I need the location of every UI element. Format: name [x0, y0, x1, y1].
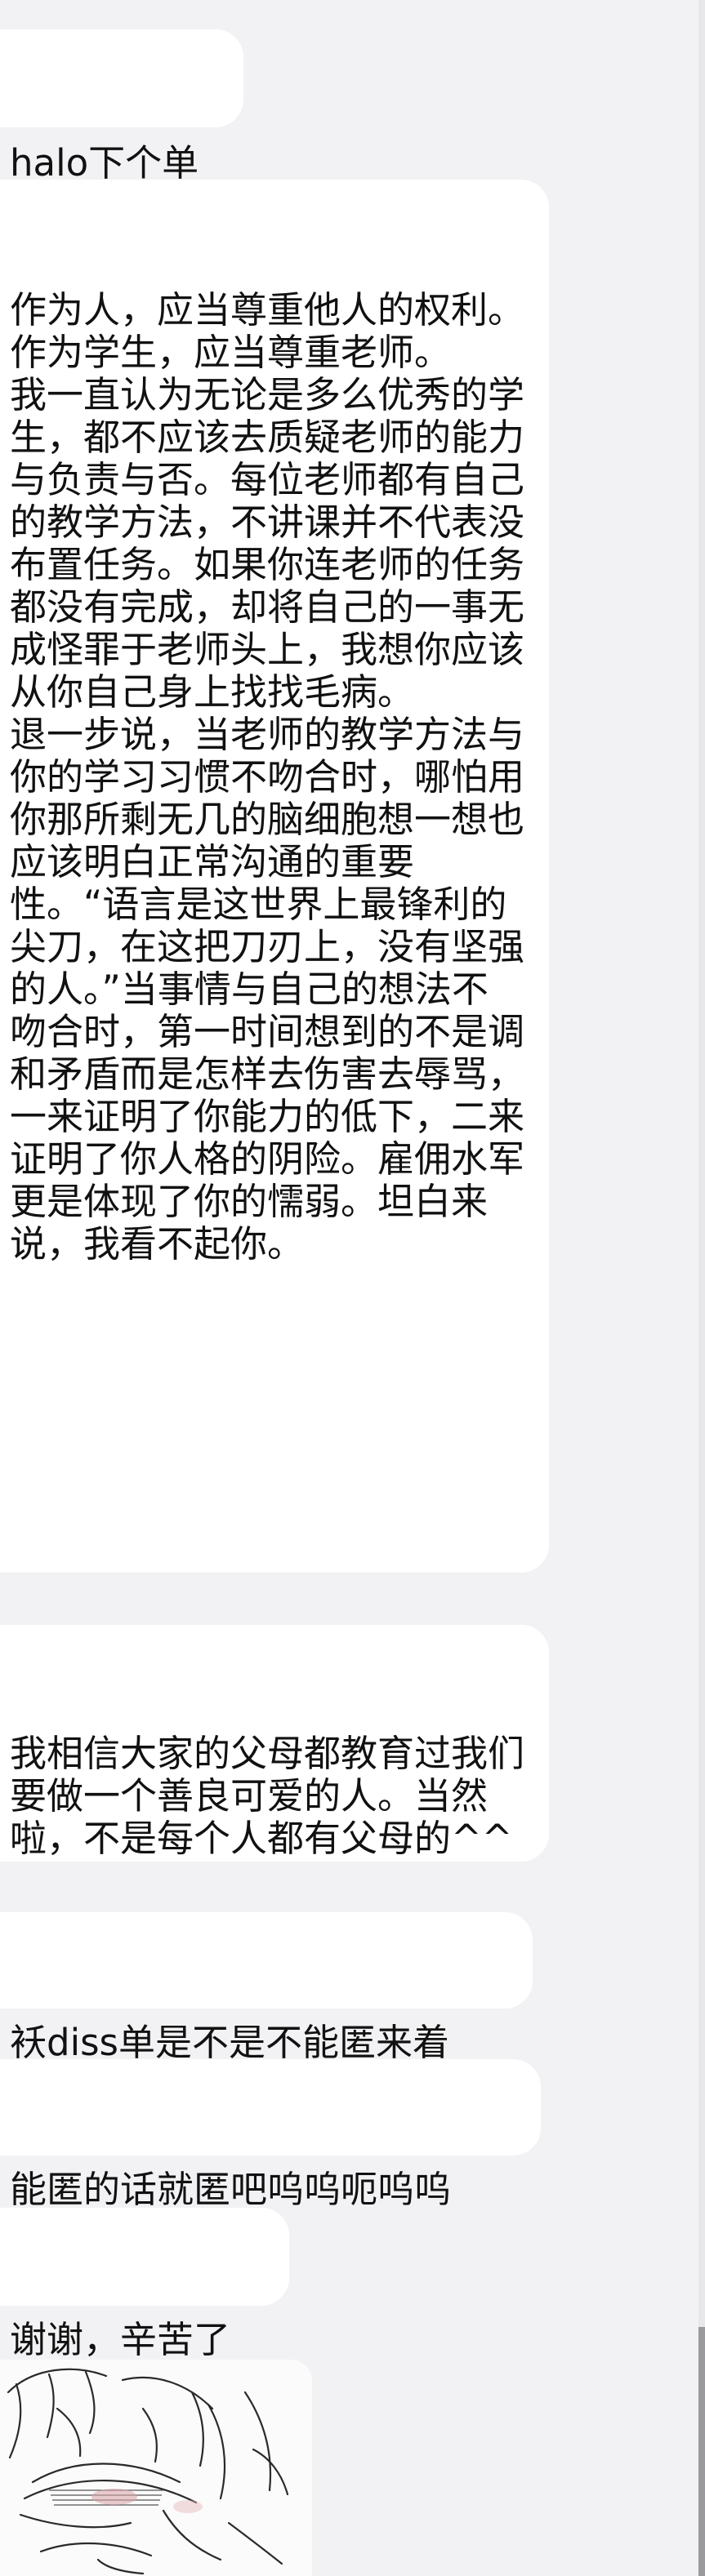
- message-bubble-2[interactable]: 作为人，应当尊重他人的权利。作为学生，应当尊重老师。 我一直认为无论是多么优秀的…: [0, 180, 549, 1573]
- message-bubble-5[interactable]: 能匿的话就匿吧呜呜呃呜呜: [0, 2059, 541, 2211]
- message-text-6: 谢谢，辛苦了: [10, 2318, 231, 2361]
- scrollbar-thumb[interactable]: [698, 2327, 705, 2576]
- message-bubble-6[interactable]: 谢谢，辛苦了: [0, 2208, 289, 2361]
- message-text-2: 作为人，应当尊重他人的权利。作为学生，应当尊重老师。 我一直认为无论是多么优秀的…: [10, 288, 525, 1266]
- message-text-5: 能匿的话就匿吧呜呜呃呜呜: [10, 2168, 452, 2211]
- scrollbar[interactable]: [698, 0, 705, 2576]
- message-text-1: halo下个单: [10, 141, 199, 185]
- message-bubble-1[interactable]: halo下个单: [0, 29, 243, 185]
- image-message[interactable]: [0, 2360, 312, 2576]
- message-bubble-3[interactable]: 我相信大家的父母都教育过我们要做一个善良可爱的人。当然啦，不是每个人都有父母的^…: [0, 1625, 549, 1862]
- message-text-4: 袄diss单是不是不能匿来着: [10, 2021, 449, 2064]
- sketch-image-icon: [0, 2360, 312, 2576]
- message-bubble-4[interactable]: 袄diss单是不是不能匿来着: [0, 1912, 533, 2064]
- message-text-3: 我相信大家的父母都教育过我们要做一个善良可爱的人。当然啦，不是每个人都有父母的^…: [10, 1732, 525, 1860]
